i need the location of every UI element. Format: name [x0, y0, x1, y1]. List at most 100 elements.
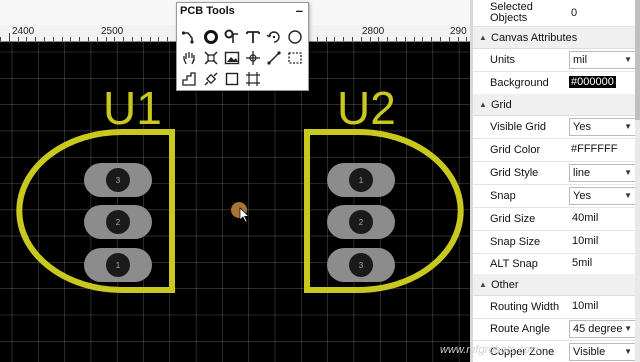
ruler-tick [422, 37, 424, 41]
alt-snap-row: ALT Snap 5mil [473, 253, 640, 276]
routing-width-label: Routing Width [490, 301, 560, 313]
grid-color-field[interactable]: #FFFFFF [571, 143, 617, 155]
alt-snap-input[interactable]: 5mil [569, 255, 637, 273]
ruler-tick [140, 37, 142, 41]
image-icon[interactable] [223, 49, 241, 67]
selected-objects-row: Selected Objects 0 [473, 0, 640, 27]
rectangle-icon[interactable] [223, 70, 241, 88]
ruler-label: 290 [450, 26, 467, 37]
section-grid[interactable]: ▲ Grid [473, 94, 640, 116]
pad-u1-1[interactable]: 1 [84, 248, 152, 282]
designator-u2: U2 [337, 82, 396, 134]
ruler-tick [17, 37, 19, 41]
units-row: Units mil ▼ [473, 49, 640, 72]
ruler-tick [167, 37, 169, 41]
ruler-tick [404, 37, 406, 41]
routing-width-input[interactable]: 10mil [569, 298, 637, 316]
scrollbar-thumb[interactable] [635, 0, 640, 120]
ruler-tick [96, 37, 98, 41]
chevron-down-icon: ▼ [624, 347, 632, 356]
collapse-icon[interactable]: ▲ [479, 280, 487, 289]
pan-icon[interactable] [180, 49, 198, 67]
grid-style-row: Grid Style line ▼ [473, 162, 640, 185]
grid-color-row: Grid Color #FFFFFF [473, 139, 640, 162]
grid-style-select[interactable]: line ▼ [569, 164, 637, 182]
visible-grid-row: Visible Grid Yes ▼ [473, 116, 640, 139]
selected-objects-label: Selected Objects [490, 1, 533, 24]
polygon-icon[interactable] [180, 70, 198, 88]
ruler-tick [387, 37, 389, 41]
ruler-tick [26, 37, 28, 41]
ruler-tick [123, 37, 125, 41]
snap-size-input[interactable]: 10mil [569, 233, 637, 251]
ruler-tick [325, 37, 327, 41]
route-angle-select[interactable]: 45 degree ▼ [569, 320, 637, 338]
chevron-down-icon: ▼ [624, 55, 632, 64]
region-icon[interactable] [286, 49, 304, 67]
measure-icon[interactable] [244, 49, 262, 67]
alt-snap-label: ALT Snap [490, 258, 538, 270]
properties-panel[interactable]: Selected Objects 0 ▲ Canvas Attributes U… [470, 0, 640, 362]
section-canvas-attributes[interactable]: ▲ Canvas Attributes [473, 27, 640, 49]
ruler-tick [457, 37, 459, 41]
line-icon[interactable] [265, 49, 283, 67]
chevron-down-icon: ▼ [624, 191, 632, 200]
via-icon[interactable] [202, 28, 220, 46]
probe-icon[interactable] [223, 28, 241, 46]
ruler-tick [52, 37, 54, 41]
background-color-field[interactable]: #000000 [569, 76, 616, 88]
grid-size-input[interactable]: 40mil [569, 210, 637, 228]
section-other[interactable]: ▲ Other [473, 274, 640, 296]
pad-u2-2[interactable]: 2 [327, 205, 395, 239]
component-u2[interactable]: U2 1 2 3 [304, 82, 464, 293]
pcb-tools-title: PCB Tools [180, 5, 235, 17]
pad-u2-3[interactable]: 3 [327, 248, 395, 282]
arc-icon[interactable] [265, 28, 283, 46]
visible-grid-select[interactable]: Yes ▼ [569, 118, 637, 136]
chevron-down-icon: ▼ [624, 168, 632, 177]
snap-label: Snap [490, 190, 516, 202]
ruler-tick [132, 37, 133, 41]
units-select[interactable]: mil ▼ [569, 51, 637, 69]
route-icon[interactable] [180, 28, 198, 46]
minimize-button[interactable]: – [296, 3, 303, 18]
ruler-tick [360, 37, 362, 41]
ruler-tick [334, 37, 336, 41]
chevron-down-icon: ▼ [624, 122, 632, 131]
ruler-tick [44, 37, 45, 41]
pad-u1-2[interactable]: 2 [84, 205, 152, 239]
ruler-label: 2500 [101, 26, 124, 37]
ruler-tick [378, 37, 380, 41]
properties-scrollbar[interactable] [635, 0, 640, 362]
collapse-icon[interactable]: ▲ [479, 100, 487, 109]
units-label: Units [490, 54, 516, 66]
select-icon[interactable] [202, 49, 220, 67]
component-icon[interactable] [202, 70, 220, 88]
component-u1[interactable]: U1 3 2 1 [16, 82, 175, 293]
circle-icon[interactable] [286, 28, 304, 46]
ruler-label: 2400 [12, 26, 35, 37]
ruler-tick [316, 37, 318, 41]
copper-zone-select[interactable]: Visible ▼ [569, 343, 637, 361]
ruler-tick [448, 37, 450, 41]
ruler-tick [114, 37, 116, 41]
ruler-tick [369, 37, 371, 41]
background-row: Background #000000 [473, 72, 640, 95]
route-angle-label: Route Angle [490, 323, 550, 335]
ruler-tick [8, 33, 10, 41]
grid-size-row: Grid Size 40mil [473, 208, 640, 231]
pad-number: 1 [116, 261, 121, 270]
ruler-tick [158, 37, 160, 41]
text-icon[interactable] [244, 28, 262, 46]
grid-icon[interactable] [244, 70, 262, 88]
pcb-tools-panel[interactable]: PCB Tools – [176, 2, 309, 91]
ruler-label: 2800 [362, 26, 385, 37]
ruler-tick [70, 37, 72, 41]
ruler-tick [0, 37, 1, 41]
collapse-icon[interactable]: ▲ [479, 33, 487, 42]
pad-u2-1[interactable]: 1 [327, 163, 395, 197]
pad-u1-3[interactable]: 3 [84, 163, 152, 197]
visible-grid-label: Visible Grid [490, 121, 547, 133]
section-title: Other [491, 279, 519, 291]
snap-select[interactable]: Yes ▼ [569, 187, 637, 205]
